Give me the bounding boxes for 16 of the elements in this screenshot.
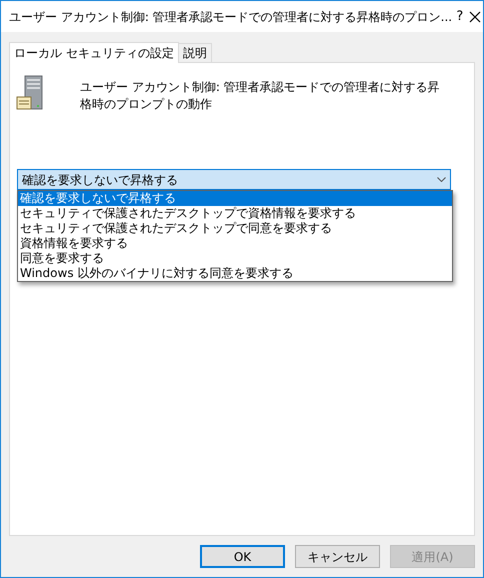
dialog-button[interactable]: キャンセル xyxy=(295,545,380,568)
tab[interactable]: 説明 xyxy=(178,43,212,62)
dialog-button[interactable]: OK xyxy=(200,545,285,568)
dropdown-option[interactable]: 同意を要求する xyxy=(18,251,452,266)
dropdown-option[interactable]: 確認を要求しないで昇格する xyxy=(18,191,452,206)
tab[interactable]: ローカル セキュリティの設定 xyxy=(9,42,179,63)
window-title: ユーザー アカウント制御: 管理者承認モードでの管理者に対する昇格時のプロン... xyxy=(8,8,452,26)
close-icon xyxy=(469,10,482,22)
dropdown-option[interactable]: セキュリティで保護されたデスクトップで資格情報を要求する xyxy=(18,206,452,221)
policy-description: ユーザー アカウント制御: 管理者承認モードでの管理者に対する昇格時のプロンプトの動作 xyxy=(80,79,440,113)
dropdown-option[interactable]: Windows 以外のバイナリに対する同意を要求する xyxy=(18,266,452,281)
dropdown-field[interactable]: 確認を要求しないで昇格する xyxy=(17,169,451,190)
chevron-down-icon xyxy=(437,177,446,182)
help-button[interactable]: ? xyxy=(452,1,468,32)
dropdown-option[interactable]: セキュリティで保護されたデスクトップで同意を要求する xyxy=(18,221,452,236)
dropdown-option[interactable]: 資格情報を要求する xyxy=(18,236,452,251)
